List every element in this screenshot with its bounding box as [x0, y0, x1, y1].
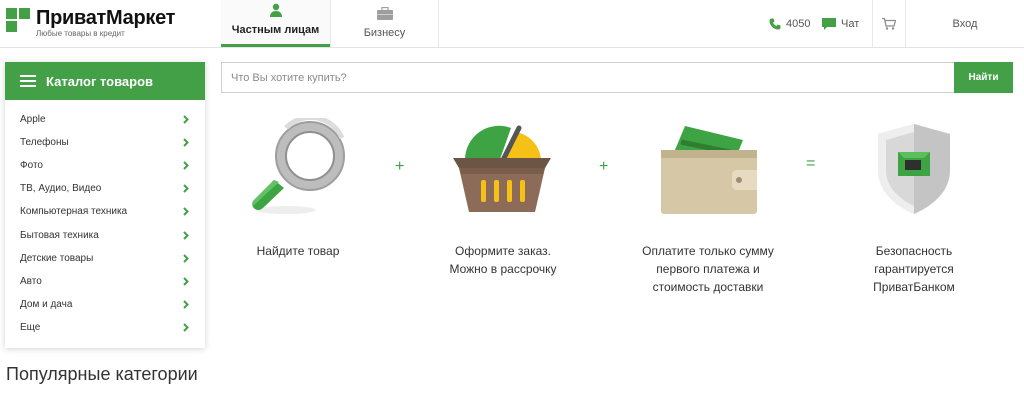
catalog-item-apple[interactable]: Apple — [5, 108, 205, 131]
catalog-item-phones[interactable]: Телефоны — [5, 131, 205, 154]
step-security: Безопасность гарантируется ПриватБанком — [824, 242, 1004, 296]
logo-title: ПриватМаркет — [36, 7, 176, 29]
catalog-item-label: Дом и дача — [20, 298, 73, 310]
cart-button[interactable] — [872, 0, 906, 47]
chat-icon — [822, 17, 836, 30]
menu-icon — [20, 75, 36, 87]
chevron-right-icon — [183, 115, 189, 124]
catalog-title: Каталог товаров — [46, 73, 154, 89]
step-text-line: Можно в рассрочку — [449, 262, 557, 276]
catalog-item-label: Фото — [20, 160, 43, 172]
chevron-right-icon — [183, 184, 189, 194]
catalog-item-more[interactable]: Еще — [5, 316, 205, 339]
phone-icon — [769, 18, 781, 29]
catalog-item-appliances[interactable]: Бытовая техника — [5, 223, 205, 246]
catalog-item-kids[interactable]: Детские товары — [5, 247, 205, 270]
catalog-item-auto[interactable]: Авто — [5, 270, 205, 293]
chevron-right-icon — [183, 138, 189, 147]
phone-number: 4050 — [786, 17, 811, 30]
wallet-icon — [661, 126, 757, 214]
logo[interactable]: ПриватМаркет Любые товары в кредит — [6, 8, 175, 39]
catalog-item-computers[interactable]: Компьютерная техника — [5, 200, 205, 223]
person-icon — [269, 3, 282, 17]
search-button[interactable]: Найти — [954, 62, 1013, 93]
catalog-item-photo[interactable]: Фото — [5, 154, 205, 177]
logo-subtitle: Любые товары в кредит — [36, 29, 125, 38]
catalog-item-label: Бытовая техника — [20, 229, 99, 241]
step-place-order: Оформите заказ. Можно в рассрочку — [413, 242, 593, 278]
chevron-right-icon — [183, 300, 189, 309]
catalog-item-label: Телефоны — [20, 137, 69, 149]
step-text-line: Безопасность — [875, 244, 953, 258]
catalog-item-label: Еще — [20, 321, 41, 333]
step-text-line: Оплатите только сумму — [642, 244, 774, 258]
catalog-item-home-garden[interactable]: Дом и дача — [5, 293, 205, 316]
basket-icon — [453, 125, 551, 212]
search-input[interactable] — [221, 62, 954, 93]
equals-sign: = — [806, 155, 816, 172]
chevron-right-icon — [183, 276, 189, 286]
tab-business[interactable]: Бизнесу — [330, 0, 439, 47]
catalog-toggle[interactable]: Каталог товаров — [5, 62, 205, 100]
phone-link[interactable]: 4050 — [769, 0, 810, 47]
logo-icon — [6, 8, 30, 32]
header: ПриватМаркет Любые товары в кредит Частн… — [0, 0, 1024, 48]
tab-label: Бизнесу — [363, 27, 406, 39]
chat-link[interactable]: Чат — [822, 0, 859, 47]
chevron-right-icon — [183, 253, 189, 263]
magnifier-icon — [252, 118, 345, 214]
plus-sign: + — [395, 158, 405, 175]
step-text-line: первого платежа и — [656, 262, 760, 276]
catalog-item-label: ТВ, Аудио, Видео — [20, 183, 102, 195]
shield-icon — [878, 124, 950, 214]
tab-private-persons[interactable]: Частным лицам — [221, 0, 330, 47]
catalog-list: Apple Телефоны Фото ТВ, Аудио, Видео Ком… — [5, 100, 205, 339]
plus-sign: + — [599, 158, 609, 175]
chevron-right-icon — [183, 230, 189, 240]
step-find-product: Найдите товар — [208, 242, 388, 260]
cart-icon — [882, 17, 896, 30]
chat-label: Чат — [841, 17, 860, 30]
catalog-panel: Каталог товаров Apple Телефоны Фото ТВ, … — [5, 62, 205, 348]
catalog-item-label: Авто — [20, 275, 42, 287]
chevron-right-icon — [183, 207, 189, 217]
chevron-right-icon — [183, 323, 189, 332]
popular-categories-title: Популярные категории — [6, 364, 198, 384]
catalog-item-label: Компьютерная техника — [20, 206, 128, 218]
chevron-right-icon — [183, 161, 189, 170]
step-text-line: Найдите товар — [256, 244, 340, 258]
login-link[interactable]: Вход — [906, 0, 1024, 47]
catalog-item-label: Apple — [20, 114, 46, 126]
tab-label: Частным лицам — [231, 24, 320, 36]
briefcase-icon — [376, 7, 393, 20]
step-text-line: стоимость доставки — [652, 280, 764, 294]
step-text-line: гарантируется — [874, 262, 954, 276]
step-pay: Оплатите только сумму первого платежа и … — [618, 242, 798, 296]
catalog-item-label: Детские товары — [20, 252, 94, 264]
catalog-item-tv-audio-video[interactable]: ТВ, Аудио, Видео — [5, 177, 205, 200]
step-text-line: ПриватБанком — [873, 280, 955, 294]
step-text-line: Оформите заказ. — [455, 244, 551, 258]
